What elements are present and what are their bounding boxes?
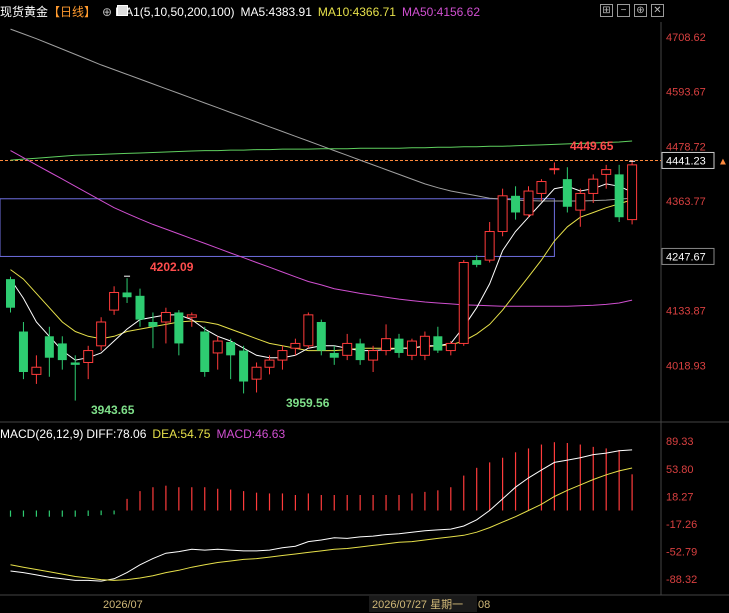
price-arrow-icon: ▲ xyxy=(718,156,728,167)
candle-body xyxy=(368,350,379,361)
candle-body xyxy=(226,342,236,356)
candle-body xyxy=(70,362,80,365)
candle-body xyxy=(342,342,353,356)
high-annotation: 4202.09 xyxy=(150,260,194,274)
candle-body xyxy=(601,169,612,175)
x-label-aug: 08 xyxy=(478,599,490,611)
candle-body xyxy=(160,311,171,323)
candle-body xyxy=(290,342,301,349)
low-annotation-1: 3943.65 xyxy=(91,403,135,417)
candle-body xyxy=(18,331,28,372)
candle-body xyxy=(174,312,184,344)
candle-body xyxy=(329,352,339,358)
candle-body xyxy=(212,340,223,354)
ma100-line xyxy=(10,140,633,161)
macd-y-tick-label: 53.80 xyxy=(666,464,694,476)
candle-body xyxy=(511,195,521,213)
candle-body xyxy=(303,314,314,347)
x-cursor-label: 2026/07/27 星期一 xyxy=(372,598,463,611)
macd-y-tick-label: 18.27 xyxy=(666,491,694,503)
recent-high-annotation: 4449.65 xyxy=(570,139,614,153)
candle-body xyxy=(200,331,210,372)
y-tick-label: 4708.62 xyxy=(666,32,706,44)
candle-body xyxy=(135,295,145,320)
low-annotation-2: 3959.56 xyxy=(286,396,330,410)
candle-body xyxy=(277,350,288,361)
x-label-month: 2026/07 xyxy=(103,599,143,611)
macd-y-tick-label: -88.32 xyxy=(666,574,697,586)
candle-body xyxy=(316,322,326,351)
diff-line xyxy=(10,449,633,582)
candle-body xyxy=(406,340,417,356)
macd-y-tick-label: 89.33 xyxy=(666,436,694,448)
candle-body xyxy=(614,174,624,218)
y-tick-label: 4478.72 xyxy=(666,141,706,153)
candle-body xyxy=(355,343,365,361)
candle-body xyxy=(44,336,54,358)
candle-body xyxy=(148,322,158,327)
candle-body xyxy=(122,292,132,298)
candle-body xyxy=(523,190,534,216)
candle-body xyxy=(433,336,443,351)
candle-body xyxy=(239,350,249,382)
candle-body xyxy=(588,178,599,194)
dea-line xyxy=(10,467,633,581)
box-level-label: 4247.67 xyxy=(666,251,706,263)
candle-body xyxy=(419,335,430,356)
macd-y-tick-label: -17.26 xyxy=(666,519,697,531)
candle-body xyxy=(394,338,404,353)
ma50-line xyxy=(10,150,633,307)
current-price-label: 4441.23 xyxy=(666,155,706,167)
candle-body xyxy=(109,291,120,311)
candle-body xyxy=(6,279,15,308)
y-tick-label: 4363.77 xyxy=(666,196,706,208)
candle-body xyxy=(627,164,638,221)
candle-body xyxy=(497,195,508,233)
candle-body xyxy=(83,350,94,363)
y-tick-label: 4593.67 xyxy=(666,87,706,99)
candle-body xyxy=(549,168,560,171)
candle-body xyxy=(31,366,42,375)
ma200-line xyxy=(10,28,633,202)
candle-body xyxy=(264,359,275,368)
candle-body xyxy=(562,179,572,207)
macd-y-tick-label: -52.79 xyxy=(666,546,697,558)
candle-body xyxy=(575,192,586,211)
price-chart[interactable]: 4202.09 3943.65 3959.56 4449.65 4708.62 4593… xyxy=(0,0,729,613)
candle-body xyxy=(186,314,197,318)
candle-body xyxy=(381,338,392,352)
range-box xyxy=(0,198,555,257)
candle-body xyxy=(96,321,107,347)
candle-body xyxy=(472,260,482,265)
candle-body xyxy=(57,343,67,361)
y-tick-label: 4018.93 xyxy=(666,360,706,372)
candle-body xyxy=(458,261,469,344)
y-tick-label: 4133.87 xyxy=(666,306,706,318)
candle-body xyxy=(536,181,547,194)
candle-body xyxy=(484,231,495,261)
candle-body xyxy=(251,366,262,380)
candle-body xyxy=(445,342,456,352)
